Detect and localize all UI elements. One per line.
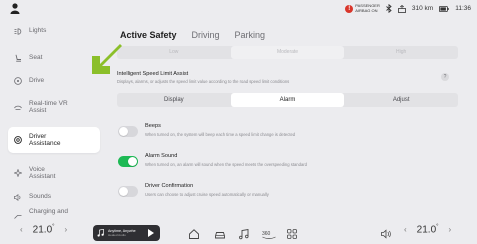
sidebar-item-label-2: Assistant — [29, 173, 56, 180]
tab-bar: Active Safety Driving Parking — [120, 30, 265, 40]
sidebar-item-label: Voice — [29, 165, 45, 173]
camera-360-label: 360 — [262, 231, 271, 237]
driver-confirmation-description: Users can choose to adjust cruise speed … — [145, 192, 269, 197]
sidebar-item-charging[interactable]: Charging and — [8, 208, 100, 222]
charging-icon — [14, 212, 22, 220]
bottom-dock: ‹ 21.0° › Anytime, Anywhe Healed Audio 3… — [0, 222, 477, 244]
beeps-title: Beeps — [145, 123, 161, 129]
airbag-line2: AIRBAG ON — [355, 7, 378, 13]
vr-assist-icon — [14, 103, 22, 111]
right-temperature: 21.0 — [416, 224, 437, 236]
music-icon[interactable] — [238, 227, 250, 240]
isla-mode-display[interactable]: Display — [117, 93, 231, 107]
sidebar-item-label-2: Assistance — [29, 140, 61, 147]
music-note-icon — [97, 229, 104, 237]
beeps-toggle[interactable] — [118, 126, 138, 137]
driver-assistance-icon — [14, 136, 22, 144]
speaker-icon — [14, 193, 22, 201]
signal-icon — [397, 4, 406, 13]
sidebar-item-label-2: Assist — [29, 107, 47, 114]
battery-icon — [439, 5, 449, 12]
driver-confirmation-toggle[interactable] — [118, 186, 138, 197]
temperature-unit: ° — [52, 224, 55, 230]
status-bar: ! PASSENGER AIRBAG ON 310 km 11:36 — [0, 0, 477, 16]
steering-wheel-icon — [14, 77, 22, 85]
toggle-knob — [128, 157, 137, 166]
sidebar-item-label: Drive — [29, 77, 45, 85]
sidebar-item-voice-assistant[interactable]: Voice Assistant — [8, 160, 100, 186]
tab-driving[interactable]: Driving — [192, 30, 220, 40]
sidebar-item-sounds[interactable]: Sounds — [8, 186, 100, 208]
chevron-right-icon[interactable]: › — [65, 225, 68, 234]
apps-grid-icon[interactable] — [286, 227, 298, 239]
left-temperature: 21.0 — [32, 224, 53, 236]
sidebar-item-label: Charging and — [29, 208, 69, 215]
airbag-status: ! PASSENGER AIRBAG ON — [345, 3, 380, 13]
sidebar-item-driver-assistance[interactable]: Driver Assistance — [8, 127, 100, 153]
isla-mode-alarm[interactable]: Alarm — [230, 93, 345, 107]
profile-icon[interactable] — [10, 3, 20, 14]
info-icon[interactable]: ? — [441, 73, 449, 81]
lights-icon — [14, 27, 22, 35]
music-artist: Healed Audio — [108, 233, 126, 238]
music-player[interactable]: Anytime, Anywhe Healed Audio — [93, 225, 160, 241]
chevron-left-icon[interactable]: ‹ — [404, 225, 407, 234]
screen: ! PASSENGER AIRBAG ON 310 km 11:36 Light… — [0, 0, 477, 244]
sidebar-item-label: Sounds — [29, 193, 52, 201]
chevron-right-icon[interactable]: › — [449, 225, 452, 234]
sidebar-item-label: Seat — [29, 54, 43, 62]
left-temperature-control: ‹ 21.0° › — [20, 224, 67, 235]
bluetooth-icon — [386, 4, 392, 13]
sidebar-item-label: Driver — [29, 132, 47, 140]
chevron-left-icon[interactable]: ‹ — [20, 225, 23, 234]
alarm-sound-toggle[interactable] — [118, 156, 138, 167]
driver-confirmation-title: Driver Confirmation — [145, 183, 194, 189]
toggle-knob — [119, 127, 128, 136]
isla-mode-adjust[interactable]: Adjust — [344, 93, 458, 107]
sensitivity-low[interactable]: Low — [117, 46, 231, 59]
voice-assistant-icon — [14, 169, 22, 177]
sidebar-item-real-time-vr-assist[interactable]: Real-time VR Assist — [8, 94, 100, 120]
isla-mode-selector: Display Alarm Adjust — [117, 93, 458, 107]
play-icon[interactable] — [148, 229, 154, 237]
volume-icon[interactable] — [380, 227, 392, 239]
sidebar-item-label: Real-time VR — [29, 99, 68, 107]
isla-description: Displays, alarms, or adjusts the speed l… — [117, 79, 290, 84]
clock-text: 11:36 — [455, 5, 471, 12]
sensitivity-selector: Low Moderate High — [117, 46, 458, 59]
alarm-sound-description: When turned on, an alarm will sound when… — [145, 162, 308, 167]
tab-parking[interactable]: Parking — [235, 30, 266, 40]
airbag-icon: ! — [345, 4, 354, 13]
alarm-sound-title: Alarm Sound — [145, 153, 178, 159]
home-icon[interactable] — [188, 227, 200, 239]
beeps-description: When turned on, the system will beep eac… — [145, 132, 296, 137]
range-text: 310 km — [411, 5, 434, 12]
camera-360-icon[interactable]: 360 — [261, 227, 277, 239]
sidebar-item-label: Lights — [29, 27, 47, 35]
seat-icon — [14, 54, 22, 62]
tab-active-safety[interactable]: Active Safety — [120, 30, 177, 40]
sensitivity-moderate[interactable]: Moderate — [230, 46, 345, 59]
car-icon[interactable] — [214, 227, 226, 239]
sensitivity-high[interactable]: High — [344, 46, 458, 59]
status-right: ! PASSENGER AIRBAG ON 310 km 11:36 — [345, 3, 471, 14]
annotation-arrow-icon — [92, 44, 122, 74]
temperature-unit: ° — [436, 224, 439, 230]
right-temperature-control: ‹ 21.0° › — [404, 224, 451, 235]
toggle-knob — [119, 187, 128, 196]
